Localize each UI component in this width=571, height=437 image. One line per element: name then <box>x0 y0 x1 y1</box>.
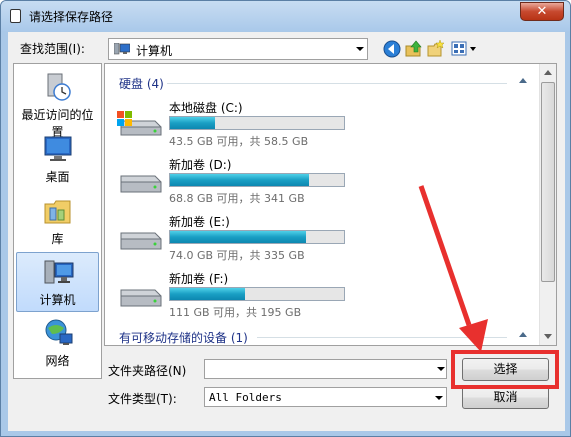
scroll-down-arrow-icon[interactable] <box>544 334 552 339</box>
back-icon[interactable] <box>382 39 402 59</box>
place-label: 桌面 <box>45 170 70 184</box>
chevron-down-icon[interactable] <box>356 47 364 51</box>
network-icon <box>45 319 73 345</box>
drive-space-info: 74.0 GB 可用，共 335 GB <box>169 249 305 262</box>
drive-space-info: 68.8 GB 可用，共 341 GB <box>169 192 305 205</box>
file-type-value: All Folders <box>209 391 282 404</box>
lookin-value: 计算机 <box>136 44 173 58</box>
drive-name: 新加卷 (F:) <box>169 272 229 286</box>
drive-space-info: 43.5 GB 可用，共 58.5 GB <box>169 135 309 148</box>
drive-icon <box>120 175 162 193</box>
drive-name: 本地磁盘 (C:) <box>169 101 243 115</box>
file-list[interactable]: 硬盘 (4) 本地磁盘 (C:) 43.5 GB 可用，共 58.5 GB 新加… <box>104 63 557 346</box>
libraries-icon <box>44 200 71 224</box>
place-recent[interactable]: 最近访问的位置 <box>16 68 99 139</box>
drive-usage-bar <box>169 116 345 130</box>
group-header-hard-disks[interactable]: 硬盘 (4) <box>119 75 164 92</box>
up-folder-icon[interactable] <box>404 39 424 59</box>
computer-icon <box>114 43 130 55</box>
desktop-icon <box>44 136 72 161</box>
collapse-icon[interactable] <box>519 78 527 83</box>
system-drive-icon <box>117 111 162 136</box>
place-computer[interactable]: 计算机 <box>16 252 99 312</box>
drive-name: 新加卷 (E:) <box>169 215 230 229</box>
group-header-removable[interactable]: 有可移动存储的设备 (1) <box>119 329 248 346</box>
place-network[interactable]: 网络 <box>16 314 99 374</box>
place-label: 计算机 <box>39 293 76 307</box>
vertical-scrollbar[interactable] <box>539 64 556 345</box>
folder-path-input[interactable] <box>204 359 447 379</box>
group-divider <box>167 83 507 84</box>
collapse-icon[interactable] <box>519 332 527 337</box>
lookin-label: 查找范围(I): <box>20 42 85 56</box>
places-bar: 最近访问的位置 桌面 库 计算机 网络 <box>13 63 102 379</box>
file-type-label: 文件类型(T): <box>108 392 177 406</box>
title-bar[interactable]: 请选择保存路径 ✕ <box>1 1 570 31</box>
drive-usage-fill <box>170 288 245 300</box>
drive-icon <box>120 289 162 307</box>
new-folder-icon[interactable] <box>426 39 446 59</box>
drive-usage-fill <box>170 117 216 129</box>
group-divider <box>257 337 507 338</box>
drive-e[interactable]: 新加卷 (E:) 74.0 GB 可用，共 335 GB <box>115 213 355 263</box>
place-desktop[interactable]: 桌面 <box>16 130 99 190</box>
drive-space-info: 111 GB 可用，共 195 GB <box>169 306 302 319</box>
recent-places-icon <box>47 73 71 101</box>
computer-icon <box>44 260 74 284</box>
app-icon <box>10 9 21 23</box>
drive-usage-bar <box>169 230 345 244</box>
place-label: 库 <box>51 232 64 246</box>
drive-usage-fill <box>170 174 310 186</box>
drive-d[interactable]: 新加卷 (D:) 68.8 GB 可用，共 341 GB <box>115 156 355 206</box>
file-type-combo[interactable]: All Folders <box>204 387 447 407</box>
place-libraries[interactable]: 库 <box>16 192 99 252</box>
drive-f[interactable]: 新加卷 (F:) 111 GB 可用，共 195 GB <box>115 270 355 320</box>
folder-path-label: 文件夹路径(N) <box>108 364 187 378</box>
view-menu-icon[interactable] <box>450 39 480 59</box>
drive-usage-fill <box>170 231 306 243</box>
drive-c[interactable]: 本地磁盘 (C:) 43.5 GB 可用，共 58.5 GB <box>115 99 355 149</box>
lookin-combo[interactable]: 计算机 <box>108 38 368 60</box>
close-button[interactable]: ✕ <box>520 2 564 21</box>
scroll-up-arrow-icon[interactable] <box>544 70 552 75</box>
place-label: 网络 <box>45 354 70 368</box>
drive-name: 新加卷 (D:) <box>169 158 232 172</box>
chevron-down-icon[interactable] <box>435 396 443 400</box>
drive-usage-bar <box>169 287 345 301</box>
cancel-button[interactable]: 取消 <box>462 386 549 409</box>
drive-usage-bar <box>169 173 345 187</box>
window-title: 请选择保存路径 <box>29 10 114 24</box>
scrollbar-thumb[interactable] <box>541 82 555 282</box>
highlight-box <box>451 350 559 389</box>
drive-icon <box>120 232 162 250</box>
chevron-down-icon[interactable] <box>437 367 445 371</box>
